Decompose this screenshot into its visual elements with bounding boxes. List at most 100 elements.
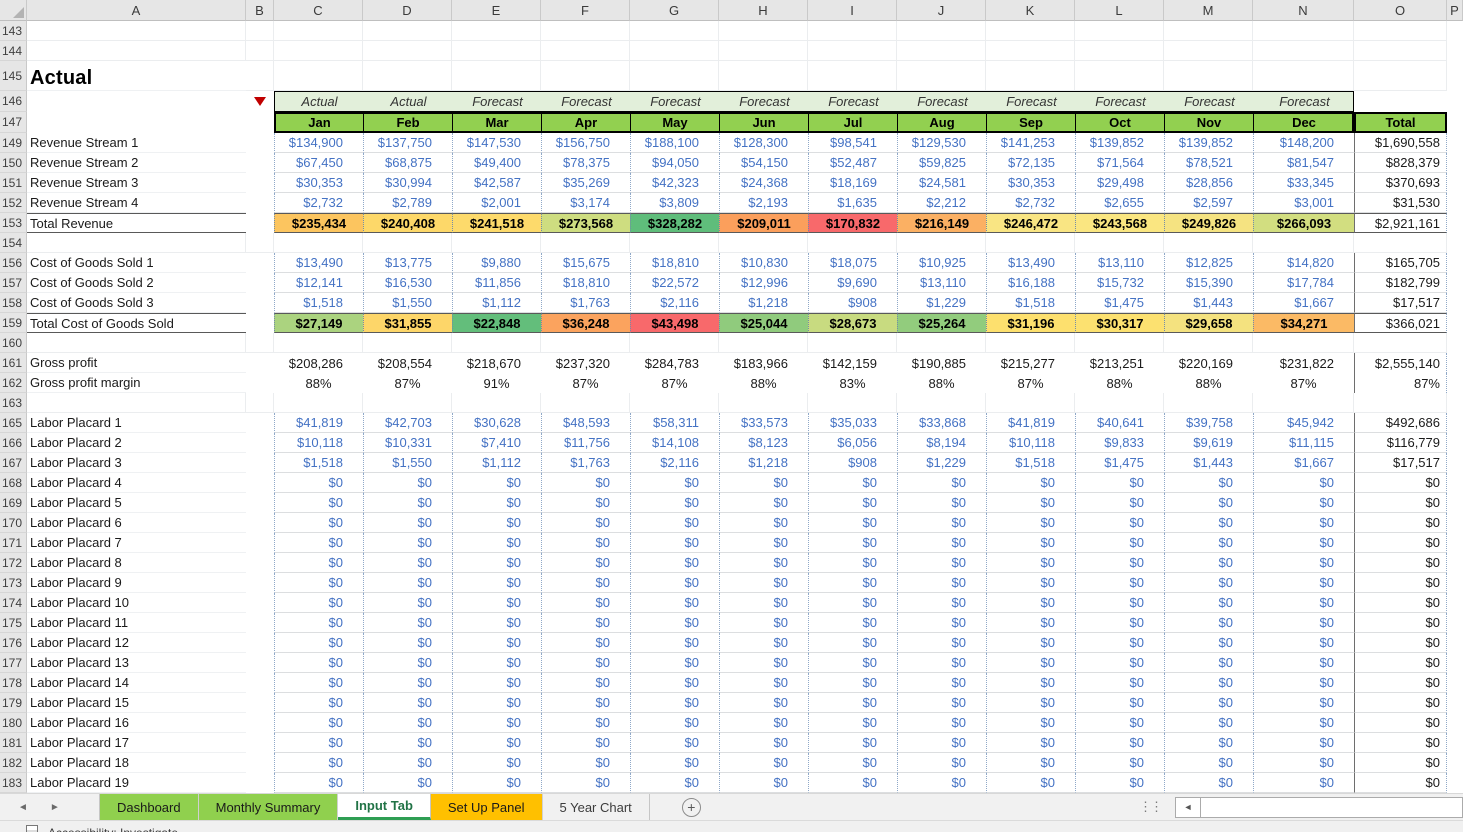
value-cell[interactable]: $0: [274, 633, 363, 653]
value-cell[interactable]: $208,554: [363, 353, 452, 373]
cell[interactable]: [1447, 313, 1463, 333]
value-cell[interactable]: $30,994: [363, 173, 452, 193]
value-cell[interactable]: $220,169: [1164, 353, 1253, 373]
row-label[interactable]: Cost of Goods Sold 3: [27, 293, 246, 313]
cell[interactable]: [1354, 21, 1447, 41]
cell[interactable]: [274, 41, 363, 61]
row-label[interactable]: Labor Placard 11: [27, 613, 246, 633]
value-cell[interactable]: $0: [630, 593, 719, 613]
cell[interactable]: [1164, 393, 1253, 413]
value-cell[interactable]: $2,193: [719, 193, 808, 213]
value-cell[interactable]: $0: [808, 633, 897, 653]
value-cell[interactable]: $142,159: [808, 353, 897, 373]
value-cell[interactable]: $15,390: [1164, 273, 1253, 293]
row-label[interactable]: Labor Placard 7: [27, 533, 246, 553]
value-cell[interactable]: 88%: [274, 373, 363, 393]
value-cell[interactable]: $0: [808, 653, 897, 673]
value-cell[interactable]: $0: [808, 553, 897, 573]
row-label[interactable]: Labor Placard 2: [27, 433, 246, 453]
cell[interactable]: [1447, 433, 1463, 453]
value-cell[interactable]: $0: [1164, 653, 1253, 673]
value-cell[interactable]: $0: [630, 773, 719, 793]
value-cell[interactable]: $13,490: [274, 253, 363, 273]
value-cell[interactable]: $0: [541, 533, 630, 553]
cell[interactable]: [1447, 133, 1463, 153]
cell[interactable]: [246, 513, 274, 533]
value-cell[interactable]: $0: [363, 733, 452, 753]
value-cell[interactable]: $8,123: [719, 433, 808, 453]
column-header-O[interactable]: O: [1354, 0, 1447, 21]
cell[interactable]: [1447, 173, 1463, 193]
value-cell[interactable]: $0: [1075, 473, 1164, 493]
value-cell[interactable]: $42,323: [630, 173, 719, 193]
value-cell[interactable]: $0: [452, 733, 541, 753]
tab-monthly-summary[interactable]: Monthly Summary: [199, 794, 339, 820]
value-cell[interactable]: $908: [808, 293, 897, 313]
row-label[interactable]: Revenue Stream 3: [27, 173, 246, 193]
cell[interactable]: [1447, 733, 1463, 753]
cell[interactable]: [246, 553, 274, 573]
value-cell[interactable]: $6,056: [808, 433, 897, 453]
row-label[interactable]: Gross profit: [27, 353, 246, 373]
cell[interactable]: [274, 61, 363, 91]
value-cell[interactable]: $0: [363, 573, 452, 593]
scrollbar-track[interactable]: [1201, 797, 1463, 818]
row-header-172[interactable]: 172: [0, 553, 27, 573]
value-cell[interactable]: $0: [363, 753, 452, 773]
value-cell[interactable]: $0: [719, 653, 808, 673]
cell[interactable]: [1447, 393, 1463, 413]
column-header-B[interactable]: B: [246, 0, 274, 21]
value-cell[interactable]: $0: [719, 733, 808, 753]
value-cell[interactable]: $0: [452, 613, 541, 633]
cell[interactable]: [1075, 333, 1164, 353]
value-cell[interactable]: $33,345: [1253, 173, 1354, 193]
cell[interactable]: [27, 393, 246, 413]
value-cell[interactable]: $0: [1075, 773, 1164, 793]
value-cell[interactable]: $0: [808, 533, 897, 553]
cell[interactable]: [719, 233, 808, 253]
row-header-160[interactable]: 160: [0, 333, 27, 353]
row-header-168[interactable]: 168: [0, 473, 27, 493]
row-label[interactable]: Labor Placard 3: [27, 453, 246, 473]
cell[interactable]: [1253, 41, 1354, 61]
total-cell[interactable]: $1,690,558: [1354, 133, 1447, 153]
cell[interactable]: [27, 112, 246, 133]
cell[interactable]: [1447, 653, 1463, 673]
value-cell[interactable]: $0: [274, 713, 363, 733]
value-cell[interactable]: $0: [363, 533, 452, 553]
value-cell[interactable]: $139,852: [1164, 133, 1253, 153]
cell[interactable]: [1164, 41, 1253, 61]
cell[interactable]: [541, 61, 630, 91]
value-cell[interactable]: $0: [363, 613, 452, 633]
value-cell[interactable]: $0: [452, 553, 541, 573]
row-header-145[interactable]: 145: [0, 61, 27, 91]
row-label[interactable]: Labor Placard 16: [27, 713, 246, 733]
cell[interactable]: [1447, 493, 1463, 513]
value-cell[interactable]: $41,819: [274, 413, 363, 433]
value-cell[interactable]: $35,269: [541, 173, 630, 193]
value-cell[interactable]: $0: [363, 693, 452, 713]
cell[interactable]: [246, 112, 274, 133]
value-cell[interactable]: $9,833: [1075, 433, 1164, 453]
cell[interactable]: [897, 333, 986, 353]
scroll-left-button[interactable]: ◄: [1175, 797, 1201, 818]
value-cell[interactable]: $0: [719, 773, 808, 793]
value-cell[interactable]: $25,044: [719, 313, 808, 333]
value-cell[interactable]: $0: [897, 533, 986, 553]
value-cell[interactable]: $0: [630, 473, 719, 493]
value-cell[interactable]: $0: [1253, 593, 1354, 613]
value-cell[interactable]: $0: [897, 513, 986, 533]
cell[interactable]: [274, 393, 363, 413]
cell[interactable]: [897, 21, 986, 41]
row-label[interactable]: Labor Placard 12: [27, 633, 246, 653]
value-cell[interactable]: $22,848: [452, 313, 541, 333]
value-cell[interactable]: $0: [541, 633, 630, 653]
value-cell[interactable]: $0: [808, 693, 897, 713]
value-cell[interactable]: $0: [452, 653, 541, 673]
cell[interactable]: [1447, 353, 1463, 373]
value-cell[interactable]: $0: [630, 493, 719, 513]
value-cell[interactable]: $0: [1164, 473, 1253, 493]
value-cell[interactable]: $0: [1075, 633, 1164, 653]
row-header-147[interactable]: 147: [0, 112, 27, 133]
row-header-153[interactable]: 153: [0, 213, 27, 233]
